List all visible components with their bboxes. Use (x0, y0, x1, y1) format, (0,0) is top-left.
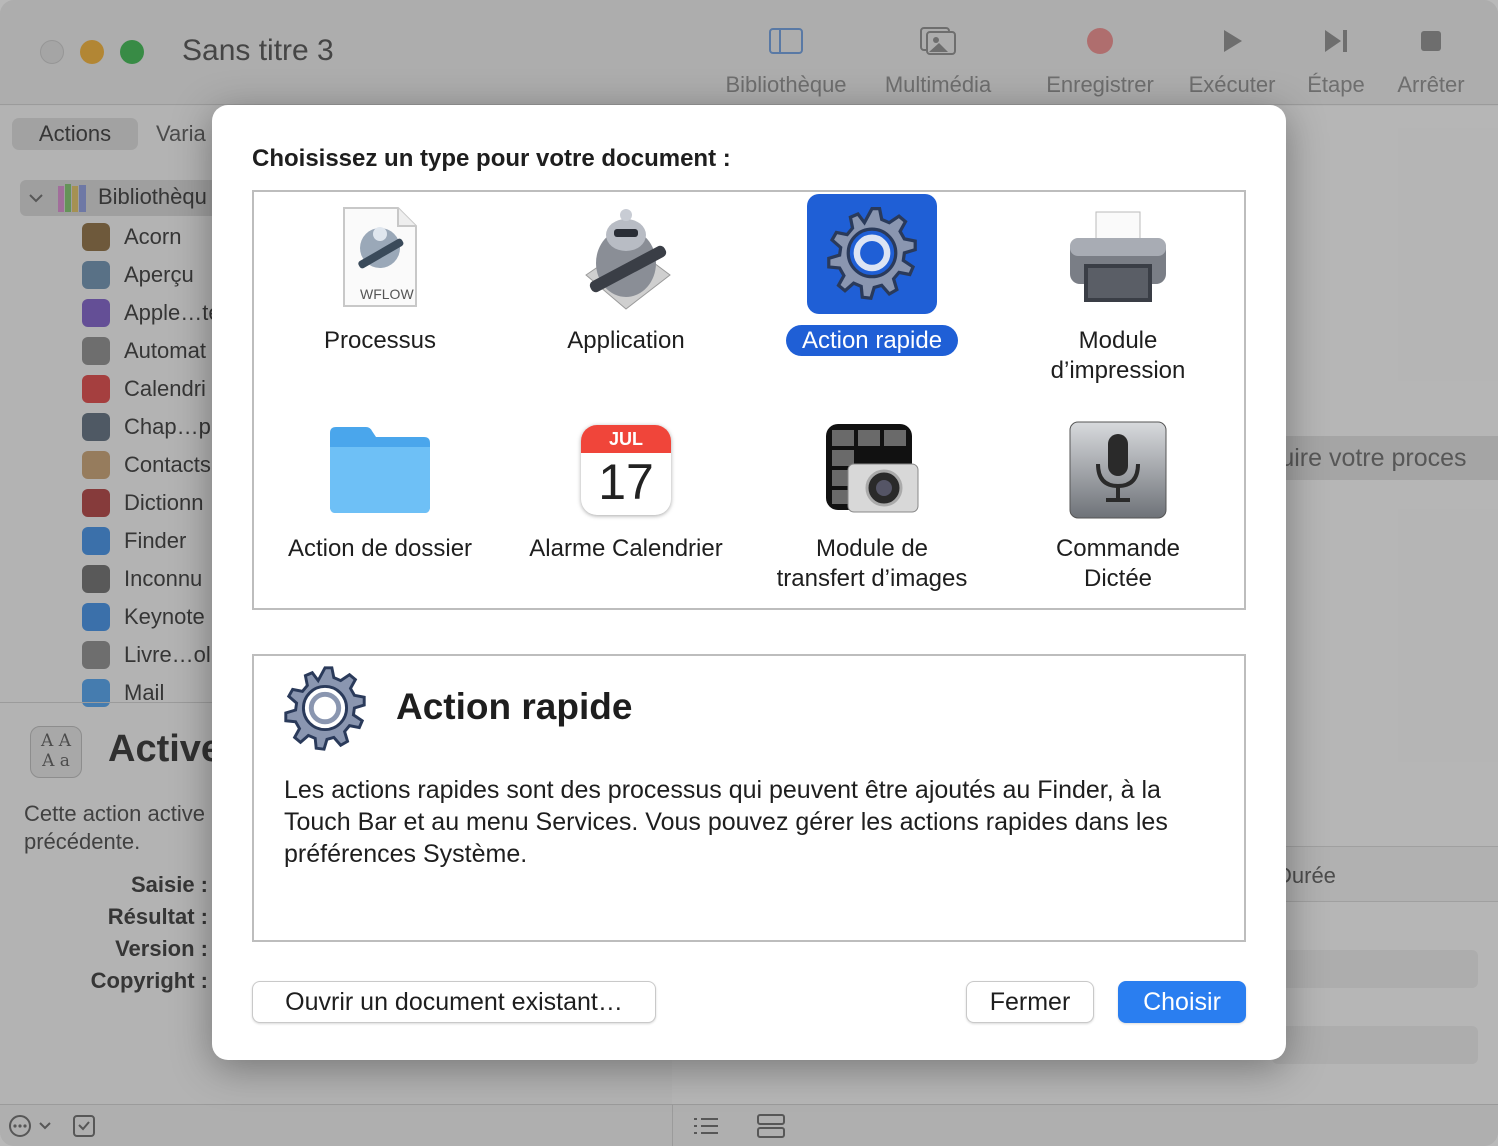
workflow-file-badge: WFLOW (360, 286, 414, 302)
automator-robot-icon (561, 196, 691, 320)
choose-button[interactable]: Choisir (1118, 981, 1246, 1023)
type-application-label: Application (567, 327, 685, 354)
printer-icon (1053, 196, 1183, 320)
type-workflow-label: Processus (323, 327, 437, 354)
dialog-prompt: Choisissez un type pour votre document : (252, 145, 731, 172)
type-dictation-command-label: Commande Dictée (1055, 535, 1181, 592)
type-detail-panel: Action rapide Les actions rapides sont d… (252, 654, 1246, 942)
detail-description: Les actions rapides sont des processus q… (284, 776, 1168, 868)
gear-icon (276, 660, 374, 763)
calendar-icon: JUL 17 (561, 408, 691, 532)
type-calendar-alarm-label: Alarme Calendrier (529, 535, 723, 562)
detail-title: Action rapide (396, 686, 633, 727)
type-folder-action-label: Action de dossier (287, 535, 473, 562)
calendar-month: JUL (581, 425, 671, 453)
document-type-grid: WFLOW Processus Application Action rapid… (252, 190, 1246, 610)
image-capture-icon (807, 408, 937, 532)
type-image-capture-label: Module de transfert d’images (776, 535, 968, 592)
microphone-icon (1053, 408, 1183, 532)
folder-icon (315, 408, 445, 532)
gear-icon (807, 194, 937, 314)
open-existing-button[interactable]: Ouvrir un document existant… (252, 981, 656, 1023)
type-quick-action-label: Action rapide (749, 325, 995, 356)
close-button[interactable]: Fermer (966, 981, 1094, 1023)
type-print-plugin-label: Module d’impression (1050, 327, 1186, 384)
document-type-dialog: Choisissez un type pour votre document :… (212, 105, 1286, 1060)
calendar-day: 17 (598, 454, 654, 510)
